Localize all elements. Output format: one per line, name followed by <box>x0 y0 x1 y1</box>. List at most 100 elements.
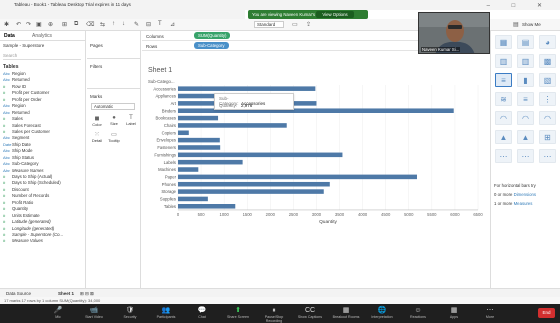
meeting-item-show-captions[interactable]: CC Show Captions <box>296 306 324 319</box>
chart-type-icon: ⋮ <box>543 95 552 104</box>
mark-type-select[interactable]: Automatic <box>91 103 135 110</box>
label-icon[interactable]: T <box>158 21 162 27</box>
show-me-chart-option[interactable]: ▤ <box>517 35 534 49</box>
meeting-item-interpretation[interactable]: 🌐 Interpretation <box>368 306 396 319</box>
meeting-item-label: Security <box>123 315 137 319</box>
meeting-item-breakout-rooms[interactable]: ▦ Breakout Rooms <box>332 306 360 319</box>
group-icon[interactable]: ⊟ <box>146 21 151 28</box>
show-me-hint-title: For horizontal bars try <box>494 183 536 188</box>
undo-icon[interactable]: ↶ <box>16 21 21 28</box>
tooltip-button[interactable]: ▭ Tooltip <box>107 131 121 143</box>
show-me-chart-option[interactable]: ▲ <box>517 130 534 144</box>
bar[interactable] <box>178 189 324 194</box>
show-me-chart-option[interactable]: ⋮ <box>539 92 556 106</box>
new-datasource-icon[interactable]: ⊕ <box>48 21 53 28</box>
meeting-item-reactions[interactable]: ☺ Reactions <box>404 306 432 319</box>
meeting-item-start-video[interactable]: 📹 Start Video <box>80 306 108 319</box>
bar[interactable] <box>178 145 221 150</box>
tab-sheet-1[interactable]: Sheet 1 <box>58 291 74 296</box>
show-me-chart-option[interactable]: ◠ <box>539 111 556 125</box>
participant-video[interactable]: Naveen Kumar Si... <box>418 12 490 54</box>
show-me-chart-option[interactable]: ▧ <box>539 73 556 87</box>
chart-type-icon: ▲ <box>499 133 508 142</box>
show-me-chart-option[interactable]: ⊞ <box>539 130 556 144</box>
share-icon[interactable]: ⇪ <box>306 21 311 28</box>
label-button[interactable]: T Label <box>124 115 138 126</box>
field-name: Measure Values <box>12 238 43 244</box>
show-me-chart-option[interactable]: ▩ <box>539 54 556 68</box>
size-button[interactable]: ● Size <box>107 115 121 126</box>
sort-desc-icon[interactable]: ↓ <box>122 21 125 27</box>
field-name: Latitude (generated) <box>12 219 51 225</box>
field-search-input[interactable]: Search <box>3 53 81 60</box>
datasource-name[interactable]: Sample - Superstore <box>3 43 44 48</box>
sheet-tab-bar: Data Source Sheet 1 ⊞ ⊟ ⊠ <box>0 288 560 297</box>
show-me-chart-option[interactable]: ▲ <box>495 130 512 144</box>
meeting-item-apps[interactable]: ▦ Apps <box>440 306 468 319</box>
fix-axes-icon[interactable]: ⊿ <box>170 21 175 28</box>
show-me-chart-option[interactable]: ▥ <box>495 54 512 68</box>
tab-data[interactable]: Data <box>4 33 15 39</box>
bar[interactable] <box>178 196 208 202</box>
bar[interactable] <box>178 152 343 158</box>
show-me-chart-option[interactable]: ⋯ <box>539 149 556 163</box>
show-me-chart-option[interactable]: ◠ <box>495 111 512 125</box>
category-label: Chairs <box>164 123 176 128</box>
show-me-chart-option[interactable]: ▥ <box>517 54 534 68</box>
duplicate-icon[interactable]: ⧉ <box>74 21 78 28</box>
meeting-item-icon: 📹 <box>89 307 99 314</box>
chart-type-icon: ⋯ <box>521 152 530 161</box>
bar[interactable] <box>178 137 220 143</box>
fit-select[interactable]: Standard <box>254 21 284 28</box>
show-me-chart-option[interactable]: ≋ <box>495 92 512 106</box>
meeting-item-pause-stop-recording[interactable]: ⏸ Pause/Stop Recording <box>260 306 288 323</box>
bar[interactable] <box>178 174 417 180</box>
bar[interactable] <box>178 86 316 91</box>
show-me-chart-option[interactable]: ⋯ <box>495 149 512 163</box>
field-name: Measure Names <box>12 167 44 173</box>
end-meeting-button[interactable]: End <box>538 308 555 318</box>
x-tick-label: 5500 <box>427 212 437 217</box>
show-me-button[interactable]: Show Me <box>522 22 541 27</box>
meeting-item-participants[interactable]: 👥 Participants <box>152 306 180 319</box>
bar[interactable] <box>178 204 236 209</box>
show-me-icon[interactable]: ▤ <box>513 21 519 28</box>
meeting-item-more[interactable]: ⋯ More <box>476 306 504 319</box>
tab-data-source[interactable]: Data Source <box>6 291 31 296</box>
meeting-item-label: Mic <box>55 315 61 319</box>
color-button[interactable]: ◼ Color <box>90 115 104 127</box>
meeting-item-mic[interactable]: 🎤 Mic <box>44 306 72 319</box>
field-item[interactable]: # Measure Values <box>3 238 85 244</box>
show-me-chart-option[interactable]: ▮ <box>517 73 534 87</box>
detail-button[interactable]: ⁙ Detail <box>90 131 104 143</box>
rows-pill[interactable]: Sub-Category <box>194 42 229 49</box>
save-icon[interactable]: ▣ <box>36 21 42 28</box>
bar[interactable] <box>178 181 330 187</box>
show-me-chart-option[interactable]: ≡ <box>517 92 534 106</box>
redo-icon[interactable]: ↷ <box>26 21 31 28</box>
show-me-chart-option[interactable]: ◠ <box>517 111 534 125</box>
show-me-chart-option[interactable]: ◕ <box>539 35 556 49</box>
show-me-chart-option[interactable]: ⋯ <box>517 149 534 163</box>
meeting-item-share-screen[interactable]: ⬆ Share Screen <box>224 306 252 319</box>
bar-chart[interactable]: Sub-Catego... Accessories Appliances Art Bin… <box>142 79 487 229</box>
bar[interactable] <box>178 130 189 136</box>
sort-asc-icon[interactable]: ↑ <box>112 21 115 27</box>
window-controls[interactable]: – □ ✕ <box>487 2 552 9</box>
meeting-item-security[interactable]: 🛡 Security <box>116 306 144 319</box>
bar[interactable] <box>178 167 199 172</box>
show-me-chart-option[interactable]: ▦ <box>495 35 512 49</box>
new-worksheet-icon[interactable]: ⊞ <box>62 21 67 28</box>
columns-pill[interactable]: SUM(Quantity) <box>194 32 231 39</box>
tab-analytics[interactable]: Analytics <box>32 33 52 39</box>
meeting-item-chat[interactable]: 💬 Chat <box>188 306 216 319</box>
bar[interactable] <box>178 159 243 165</box>
bar[interactable] <box>178 123 287 128</box>
presentation-icon[interactable]: ▭ <box>292 21 298 28</box>
highlight-icon[interactable]: ✎ <box>134 21 139 28</box>
clear-sheet-icon[interactable]: ⌫ <box>86 21 94 28</box>
bar[interactable] <box>178 115 219 121</box>
show-me-chart-option[interactable]: ≡ <box>495 73 512 87</box>
swap-icon[interactable]: ⇆ <box>100 21 105 28</box>
view-options-button[interactable]: View Options <box>316 11 354 18</box>
